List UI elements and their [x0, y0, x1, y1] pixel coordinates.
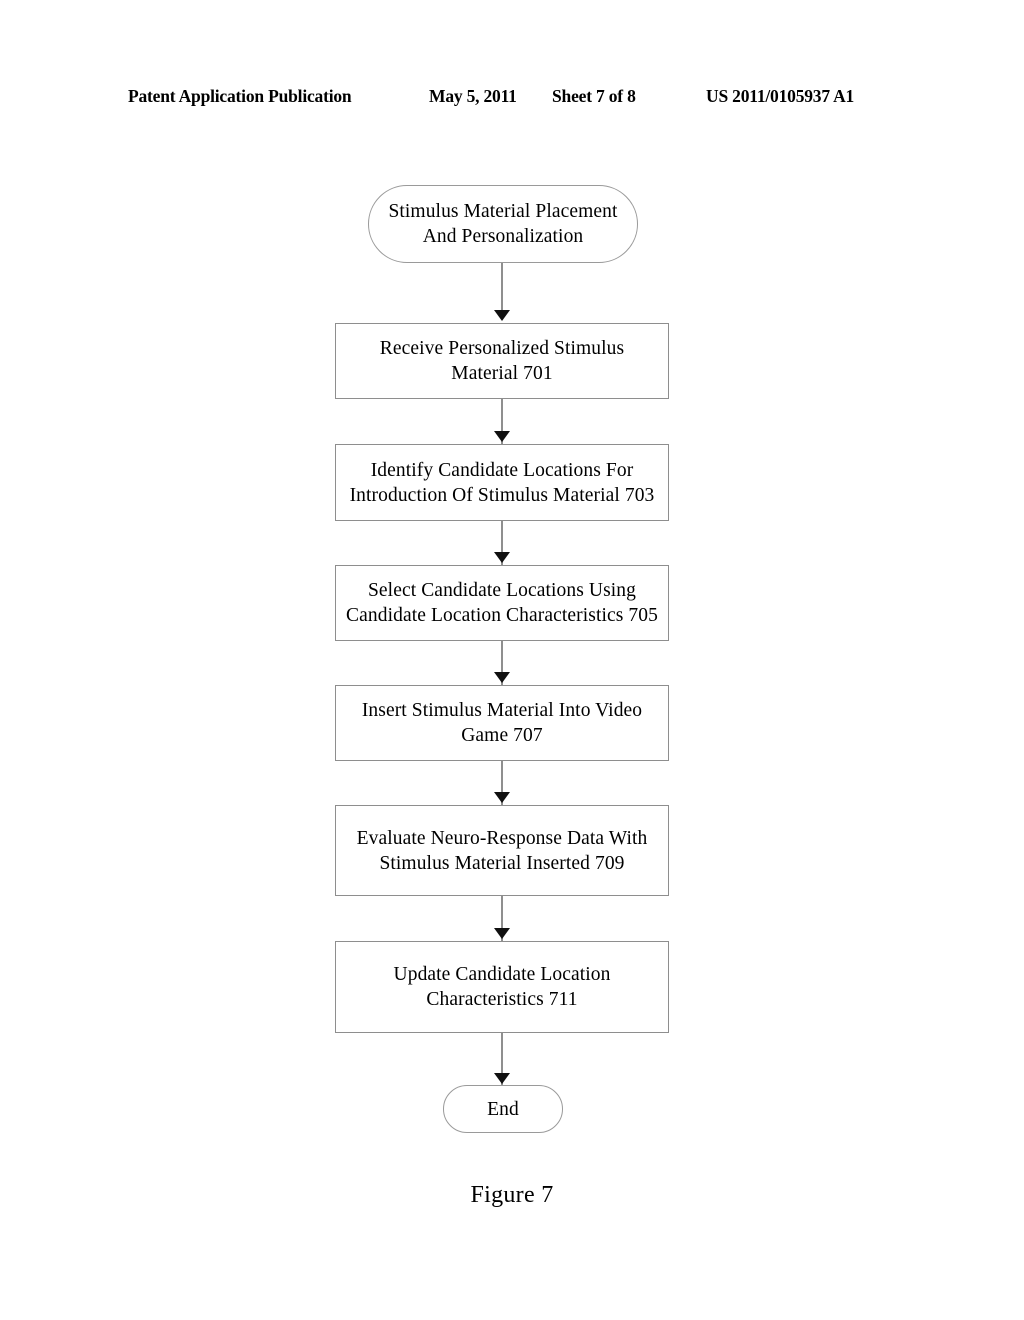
arrow-down-icon	[494, 792, 510, 803]
flow-node-step-709-line2: Stimulus Material Inserted 709	[379, 852, 625, 874]
flow-node-step-701-line1: Receive Personalized Stimulus	[379, 338, 625, 359]
flow-node-step-707-line2: Game 707	[461, 725, 543, 746]
arrow-down-icon	[494, 310, 510, 321]
flow-node-step-711-line2: Characteristics 711	[426, 989, 578, 1010]
flow-node-step-707-text: Insert Stimulus Material Into Video Game…	[336, 698, 668, 748]
flow-node-start-text: Stimulus Material Placement And Personal…	[369, 199, 637, 249]
flow-node-end: End	[443, 1085, 563, 1133]
flow-node-step-705-line1: Select Candidate Locations Using	[367, 580, 636, 601]
arrow-down-icon	[494, 1073, 510, 1084]
flow-node-step-701-text: Receive Personalized Stimulus Material 7…	[336, 336, 668, 386]
flow-node-step-709-line1: Evaluate Neuro-Response Data With	[356, 827, 648, 849]
flow-node-start-line2: And Personalization	[422, 226, 584, 247]
figure-caption: Figure 7	[470, 1182, 554, 1208]
flow-node-step-711-text: Update Candidate Location Characteristic…	[336, 962, 668, 1012]
flow-node-step-701-line2: Material 701	[451, 363, 553, 384]
flow-node-step-703-text: Identify Candidate Locations For Introdu…	[336, 458, 668, 508]
flow-node-start: Stimulus Material Placement And Personal…	[368, 185, 638, 263]
flow-node-start-line1: Stimulus Material Placement	[388, 201, 618, 222]
flow-node-end-text: End	[487, 1098, 519, 1120]
arrow-down-icon	[494, 431, 510, 442]
flow-connector-start-to-701	[501, 263, 503, 313]
arrow-down-icon	[494, 552, 510, 563]
flow-node-step-711: Update Candidate Location Characteristic…	[335, 941, 669, 1033]
flow-node-step-703: Identify Candidate Locations For Introdu…	[335, 444, 669, 521]
flow-node-step-707-line1: Insert Stimulus Material Into Video	[361, 700, 643, 721]
arrow-down-icon	[494, 672, 510, 683]
flow-node-step-705-line2: Candidate Location Characteristics 705	[346, 605, 658, 626]
flow-node-step-707: Insert Stimulus Material Into Video Game…	[335, 685, 669, 761]
flow-node-step-711-line1: Update Candidate Location	[393, 964, 611, 985]
flow-node-step-705: Select Candidate Locations Using Candida…	[335, 565, 669, 641]
flowchart-diagram: Stimulus Material Placement And Personal…	[0, 0, 1024, 1320]
arrow-down-icon	[494, 928, 510, 939]
flow-node-step-709: Evaluate Neuro-Response Data With Stimul…	[335, 805, 669, 896]
flow-node-step-701: Receive Personalized Stimulus Material 7…	[335, 323, 669, 399]
flow-node-step-709-text: Evaluate Neuro-Response Data With Stimul…	[336, 826, 668, 876]
flow-node-step-705-text: Select Candidate Locations Using Candida…	[336, 578, 668, 628]
flow-node-step-703-line2: Introduction Of Stimulus Material 703	[349, 484, 655, 506]
flow-node-step-703-line1: Identify Candidate Locations For	[370, 459, 634, 481]
